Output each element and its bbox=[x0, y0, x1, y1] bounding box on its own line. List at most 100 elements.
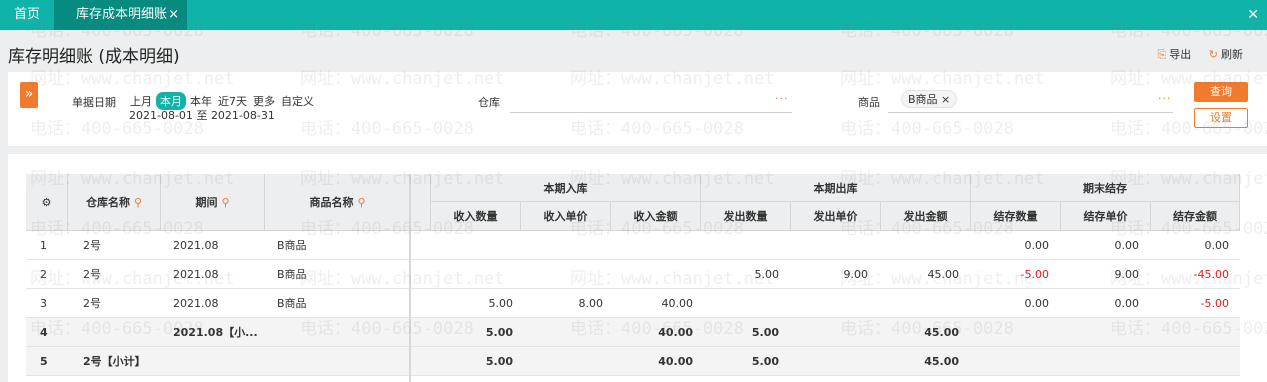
tab-close-icon[interactable]: × bbox=[168, 0, 179, 30]
header-out-qty[interactable]: 发出数量 bbox=[701, 202, 791, 231]
cell-out-price bbox=[791, 231, 868, 260]
cell-warehouse: 2号 bbox=[83, 268, 101, 281]
cell-end-amount: -5.00 bbox=[1200, 297, 1229, 310]
product-chip: B商品 × bbox=[901, 90, 958, 108]
cell-out-amount: 45.00 bbox=[927, 268, 960, 281]
warehouse-label: 仓库 bbox=[478, 96, 500, 109]
pin-icon[interactable]: ⚲ bbox=[221, 196, 229, 209]
export-icon: ⎘ bbox=[1157, 48, 1167, 61]
cell-end-price: 0.00 bbox=[1114, 297, 1140, 310]
product-more-icon[interactable]: ··· bbox=[1158, 92, 1172, 105]
refresh-icon: ↻ bbox=[1208, 48, 1218, 61]
cell-out-qty: 5.00 bbox=[751, 355, 779, 368]
pin-icon[interactable]: ⚲ bbox=[357, 196, 365, 209]
cell-period: 2021.08【小... bbox=[173, 326, 258, 339]
cell-end-amount bbox=[1151, 318, 1229, 347]
subtotal-row[interactable]: 5 2号【小计】 5.00 40.00 5.00 45.00 bbox=[26, 347, 1240, 376]
cell-no: 4 bbox=[40, 326, 48, 339]
cell-in-amount bbox=[611, 231, 693, 260]
date-range: 2021-08-01 至 2021-08-31 bbox=[129, 107, 275, 123]
cell-end-amount: -45.00 bbox=[1193, 268, 1229, 281]
cell-end-price bbox=[1061, 347, 1139, 376]
column-settings-icon[interactable]: ⚙ bbox=[26, 174, 68, 231]
header-end-qty[interactable]: 结存数量 bbox=[971, 202, 1061, 231]
subtotal-row[interactable]: 4 2021.08【小... 5.00 40.00 5.00 45.00 bbox=[26, 318, 1240, 347]
cell-in-price bbox=[521, 260, 603, 289]
cell-out-amount bbox=[881, 289, 959, 318]
cell-no: 3 bbox=[40, 297, 47, 310]
product-chip-label: B商品 bbox=[908, 93, 938, 106]
table-row[interactable]: 2 2号 2021.08 B商品 5.00 9.00 45.00 -5.00 9.00 -45.0… bbox=[26, 260, 1240, 289]
cell-warehouse: 2号【小计】 bbox=[83, 355, 146, 368]
cell-product: B商品 bbox=[277, 297, 307, 310]
cell-in-amount bbox=[611, 260, 693, 289]
freeze-divider bbox=[409, 174, 411, 382]
period-custom[interactable]: 自定义 bbox=[279, 93, 316, 109]
header-out-amount[interactable]: 发出金额 bbox=[881, 202, 971, 231]
ledger-table-panel: ⚙ 仓库名称 ⚲ 期间 ⚲ 商品名称 ⚲ 本期入库 本期出库 期末结存 收入数量 收入… bbox=[8, 154, 1267, 382]
cell-out-qty bbox=[701, 231, 779, 260]
chip-close-icon[interactable]: × bbox=[941, 93, 950, 106]
cell-in-qty: 5.00 bbox=[485, 326, 513, 339]
refresh-label: 刷新 bbox=[1221, 48, 1243, 61]
header-warehouse[interactable]: 仓库名称 ⚲ bbox=[68, 174, 161, 231]
cell-in-amount: 40.00 bbox=[661, 297, 694, 310]
header-group-end: 期末结存 bbox=[971, 174, 1240, 202]
export-button[interactable]: ⎘ 导出 bbox=[1157, 46, 1191, 62]
header-in-qty[interactable]: 收入数量 bbox=[431, 202, 521, 231]
cell-product: B商品 bbox=[277, 268, 307, 281]
export-label: 导出 bbox=[1169, 48, 1192, 61]
header-end-amount[interactable]: 结存金额 bbox=[1151, 202, 1240, 231]
header-out-price[interactable]: 发出单价 bbox=[791, 202, 881, 231]
header-group-out: 本期出库 bbox=[701, 174, 971, 202]
warehouse-more-icon[interactable]: ··· bbox=[775, 92, 789, 105]
product-input[interactable] bbox=[888, 112, 1173, 113]
cell-in-qty: 5.00 bbox=[488, 297, 514, 310]
cell-in-amount: 40.00 bbox=[658, 355, 693, 368]
header-product-label: 商品名称 bbox=[309, 196, 354, 209]
cell-no: 1 bbox=[40, 239, 47, 252]
expand-filter-button[interactable]: » bbox=[20, 82, 38, 108]
cell-period: 2021.08 bbox=[173, 268, 219, 281]
cell-out-amount: 45.00 bbox=[924, 355, 959, 368]
cell-no: 5 bbox=[40, 355, 48, 368]
query-button[interactable]: 查询 bbox=[1194, 82, 1248, 102]
cell-warehouse bbox=[83, 318, 161, 347]
cell-out-price bbox=[791, 318, 868, 347]
cell-out-price: 9.00 bbox=[843, 268, 869, 281]
cell-product: B商品 bbox=[277, 239, 307, 252]
header-product[interactable]: 商品名称 ⚲ bbox=[265, 174, 411, 231]
cell-out-price bbox=[791, 289, 868, 318]
pin-icon[interactable]: ⚲ bbox=[134, 196, 142, 209]
warehouse-input[interactable] bbox=[510, 112, 792, 113]
cell-out-qty: 5.00 bbox=[754, 268, 780, 281]
window-close-icon[interactable]: ✕ bbox=[1247, 0, 1259, 30]
cell-end-amount: 0.00 bbox=[1204, 239, 1230, 252]
tab-label: 库存成本明细账 bbox=[76, 7, 168, 22]
header-warehouse-label: 仓库名称 bbox=[85, 196, 130, 209]
date-separator: 至 bbox=[196, 109, 208, 122]
cell-end-qty: -5.00 bbox=[1020, 268, 1049, 281]
cell-out-price bbox=[791, 347, 868, 376]
header-end-price[interactable]: 结存单价 bbox=[1061, 202, 1151, 231]
cell-end-amount bbox=[1151, 347, 1229, 376]
header-period[interactable]: 期间 ⚲ bbox=[161, 174, 265, 231]
table-row[interactable]: 1 2号 2021.08 B商品 0.00 0.00 0.00 bbox=[26, 231, 1240, 260]
tab-inventory-cost-ledger[interactable]: 库存成本明细账 × bbox=[54, 0, 187, 30]
header-period-label: 期间 bbox=[195, 196, 218, 209]
cell-out-amount bbox=[881, 231, 959, 260]
cell-period: 2021.08 bbox=[173, 239, 219, 252]
top-tab-bar: 首页 库存成本明细账 × ✕ bbox=[0, 0, 1267, 30]
settings-button[interactable]: 设置 bbox=[1194, 108, 1248, 128]
cell-end-price: 0.00 bbox=[1114, 239, 1140, 252]
table-row[interactable]: 3 2号 2021.08 B商品 5.00 8.00 40.00 0.00 0.00 -5.00 bbox=[26, 289, 1240, 318]
refresh-button[interactable]: ↻ 刷新 bbox=[1209, 46, 1243, 62]
cell-end-price bbox=[1061, 318, 1139, 347]
cell-out-amount: 45.00 bbox=[924, 326, 959, 339]
page-title: 库存明细账 (成本明细) bbox=[8, 47, 180, 67]
cell-in-amount: 40.00 bbox=[658, 326, 693, 339]
cell-out-qty: 5.00 bbox=[751, 326, 779, 339]
tab-home[interactable]: 首页 bbox=[0, 0, 54, 30]
header-in-amount[interactable]: 收入金额 bbox=[611, 202, 701, 231]
header-in-price[interactable]: 收入单价 bbox=[521, 202, 611, 231]
